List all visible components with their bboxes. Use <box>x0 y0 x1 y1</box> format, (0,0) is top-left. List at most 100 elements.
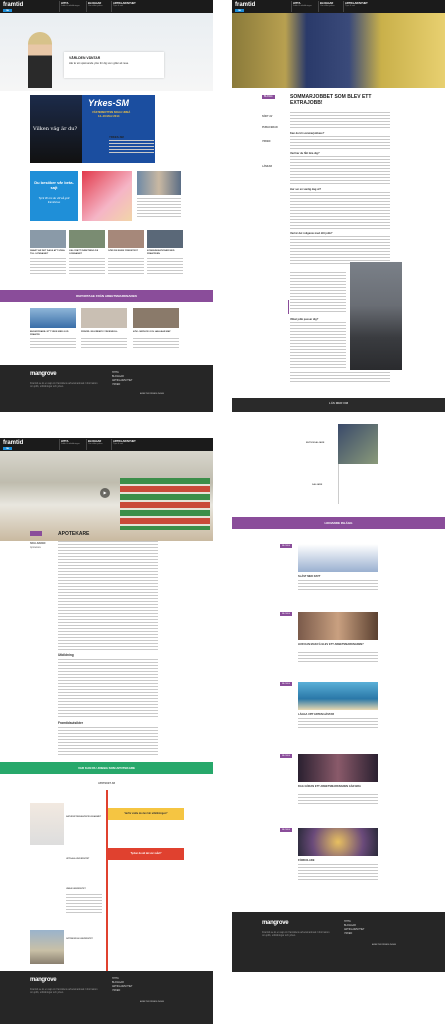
reportage-caption-1[interactable]: BUSSFÖRARE: ETT YRKE MED GOD FRAMTID <box>30 331 76 337</box>
reportage-band: REPORTAGE FRÅN ARBETSMARKNADEN <box>0 290 213 302</box>
footer-logo[interactable]: mangrove <box>262 920 289 926</box>
grid-caption-2[interactable]: VÄLJ RÄTT INRIKTNING PÅ GYMNASIET <box>69 250 105 256</box>
grid-image-2[interactable] <box>69 230 105 248</box>
nav-hitta[interactable]: HITTA Jobb & utbildningar <box>61 2 80 8</box>
related-title-2[interactable]: HUR KAN MAN FÅ ELEV ETT ARBETSMARKNADEN? <box>298 643 378 646</box>
footer-link-bloggar[interactable]: BLOGGAR <box>112 375 124 378</box>
article-running-image <box>350 262 402 370</box>
nav-hitta[interactable]: HITTA Jobb & utbildningar <box>293 2 312 8</box>
related-image-4[interactable] <box>298 754 378 782</box>
related-image-5[interactable] <box>298 828 378 856</box>
event-title: YRKES-SM <box>109 135 124 139</box>
article-meta-4: LÄNKAR <box>262 165 273 168</box>
grid-image-3[interactable] <box>108 230 144 248</box>
related-title-4[interactable]: DAG GÖRAN ETT ARBETSMARKNADEN GÅR BRA <box>298 785 378 788</box>
section-framtid: Framtidsutsikter <box>58 721 83 725</box>
profession-badge <box>30 531 42 536</box>
beta-box-text: Du besöker vår beta-sajt <box>34 180 74 190</box>
footer-link-artiklar[interactable]: ARTIKLAR/NYHET <box>112 985 132 988</box>
footer-text: Framtid.se är en sajt om framtidens arbe… <box>30 988 98 994</box>
timeline-label-3: UMEÅ UNIVERSITET <box>66 888 86 890</box>
play-icon[interactable]: ▶ <box>100 488 110 498</box>
footer-link-bloggar[interactable]: BLOGGAR <box>112 981 124 984</box>
article-body-1 <box>290 112 390 130</box>
grid-caption-1[interactable]: SNART ÄR DET DAGS ATT SÖKA TILL GYMNASIE… <box>30 250 66 256</box>
related-title-1[interactable]: SLÅST MED DATT <box>298 575 320 578</box>
read-more-section: LÄS MER OM <box>232 398 445 412</box>
nav-hitta[interactable]: HITTA Jobb & utbildningar <box>61 440 80 446</box>
site-logo[interactable]: framtid nu <box>3 440 23 450</box>
grid-image-4[interactable] <box>147 230 183 248</box>
read-more-image-1[interactable] <box>338 424 378 464</box>
related-title-3[interactable]: LÄGGA UPP ANTEN HÄSTAR <box>298 713 334 716</box>
article-page-panel: framtid nu HITTA Jobb & utbildningar BLOGG… <box>232 0 445 412</box>
grid-caption-3[interactable]: GÖR DIN EGEN YRKESTEST <box>108 250 144 253</box>
related-title-5[interactable]: FÖRKOLADE <box>298 859 314 862</box>
timeline-photo-2 <box>30 930 64 964</box>
hero-text: Här är ett spännande yrke för dig som gi… <box>69 62 129 65</box>
site-footer: mangrove Framtid.se är en sajt om framti… <box>0 971 213 1024</box>
site-header: framtid nu HITTA Jobb & utbildningar BLOGG… <box>232 0 445 13</box>
grid-image-1[interactable] <box>30 230 66 248</box>
footer-link-hitta[interactable]: HITTA <box>344 920 351 923</box>
footer-link-yrken[interactable]: YRKEN <box>112 383 120 386</box>
footer-link-bloggar[interactable]: BLOGGAR <box>344 924 356 927</box>
footer-link-yrken[interactable]: YRKEN <box>344 932 352 935</box>
footer-logo[interactable]: mangrove <box>30 977 57 983</box>
reportage-image-3[interactable] <box>133 308 179 328</box>
read-more-label-2[interactable]: SÄLJARE <box>312 484 322 487</box>
article-question-4: Vad är det roligaste med ditt jobb? <box>290 232 333 235</box>
article-question-3: Hur ser en vanlig dag ut? <box>290 188 322 191</box>
profession-page-panel: framtid nu HITTA Jobb & utbildningar BLOGG… <box>0 438 213 1024</box>
footer-logo[interactable]: mangrove <box>30 371 57 377</box>
footer-link-hitta[interactable]: HITTA <box>112 977 119 980</box>
grid-caption-4[interactable]: KOMMUNIKATIONER MED FRAMTIDEN <box>147 250 183 256</box>
related-image-1[interactable] <box>298 544 378 572</box>
promo-date: 14–16 MAJ 2014 <box>98 114 120 118</box>
reportage-image-2[interactable] <box>81 308 127 328</box>
article-question-2: Vad har du fått lära dig? <box>290 152 320 155</box>
nav-artiklar[interactable]: ARTIKLAR/NYHET Tips & råd <box>113 2 136 8</box>
nav-bloggar[interactable]: BLOGGAR Om olika yrken <box>88 2 103 8</box>
article-meta-2: PUBLICERAD <box>262 126 278 129</box>
read-more-band: LÄS MER OM <box>328 401 349 405</box>
section-utbildning: Utbildning <box>58 653 74 657</box>
site-header: framtid nu HITTA Jobb & utbildningar BLOGG… <box>0 438 213 451</box>
nav-bloggar[interactable]: BLOGGAR Om olika yrken <box>88 440 103 446</box>
people-text <box>137 198 181 218</box>
related-image-3[interactable] <box>298 682 378 710</box>
article-meta-1: SÖKT AV <box>262 115 273 118</box>
related-badge-4: BLOGG <box>280 754 292 758</box>
profession-title: APOTEKARE <box>58 531 90 537</box>
nav-artiklar[interactable]: ARTIKLAR/NYHET Tips & råd <box>345 2 368 8</box>
footer-partner-logo[interactable]: ARBETSFÖRMEDLINGEN <box>372 944 396 947</box>
related-page-panel: BUTIKSSÄLJARE SÄLJARE LIKNANDE INLÄGG BL… <box>232 412 445 972</box>
people-image[interactable] <box>137 171 181 195</box>
footer-link-artiklar[interactable]: ARTIKLAR/NYHET <box>344 928 364 931</box>
site-logo[interactable]: framtid nu <box>235 2 255 12</box>
footer-partner-logo[interactable]: ARBETSFÖRMEDLINGEN <box>140 1001 164 1004</box>
related-badge-1: BLOGG <box>280 544 292 548</box>
reportage-image-1[interactable] <box>30 308 76 328</box>
read-more-label-1[interactable]: BUTIKSSÄLJARE <box>306 442 324 445</box>
footer-link-yrken[interactable]: YRKEN <box>112 989 120 992</box>
related-badge-5: BLOGG <box>280 828 292 832</box>
magazine-image[interactable] <box>82 171 132 221</box>
reportage-caption-3[interactable]: KÖK: SERVICE OCH HÅLLBAR MAT <box>133 331 179 334</box>
footer-partner-logo[interactable]: ARBETSFÖRMEDLINGEN <box>140 393 164 396</box>
nav-artiklar[interactable]: ARTIKLAR/NYHET Tips & råd <box>113 440 136 446</box>
reportage-caption-2[interactable]: FRISÖR: EN KREATIV YRKESROLL <box>81 331 127 334</box>
article-question-1: Kan du bli sommarjobbare? <box>290 132 325 135</box>
timeline-card-1[interactable]: Varför valde du den här utbildningen? <box>108 808 184 820</box>
timeline-card-2[interactable]: Tycker du att det var svårt? <box>108 848 184 860</box>
beta-box-sub: Tyck till om du vill så gott framtid.se <box>38 196 70 204</box>
site-logo[interactable]: framtid nu <box>3 2 23 12</box>
profession-meta-1: SKILLNADEN <box>30 542 46 545</box>
nav-bloggar[interactable]: BLOGGAR Om olika yrken <box>320 2 335 8</box>
related-image-2[interactable] <box>298 612 378 640</box>
footer-link-hitta[interactable]: HITTA <box>112 371 119 374</box>
footer-text: Framtid.se är en sajt om framtidens arbe… <box>262 931 330 937</box>
footer-link-artiklar[interactable]: ARTIKLAR/NYHET <box>112 379 132 382</box>
article-badge: BLOGG <box>262 95 275 99</box>
timeline-label-1: NATURVETENSKAPSPROGRAMMET <box>66 816 102 818</box>
